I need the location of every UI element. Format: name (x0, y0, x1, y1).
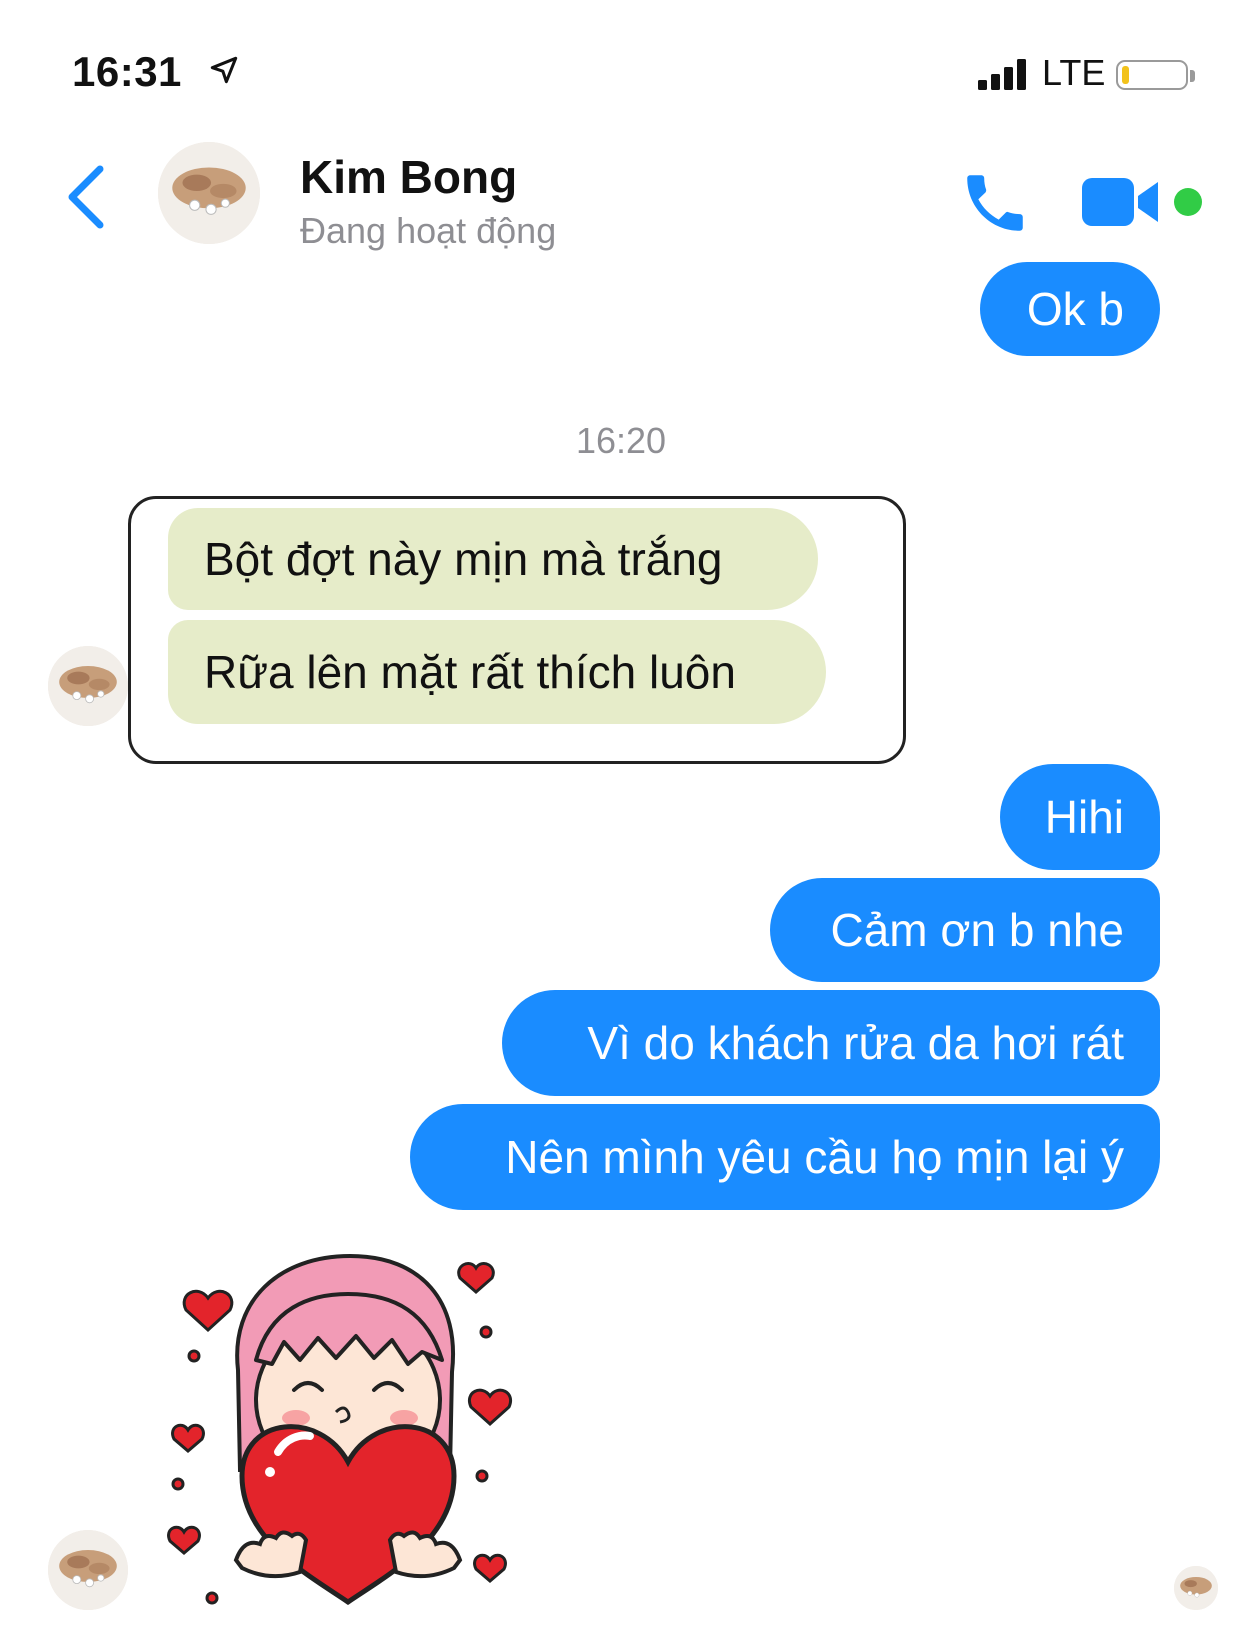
message-bubble[interactable]: Cảm ơn b nhe (770, 878, 1160, 982)
timestamp: 16:20 (575, 420, 667, 461)
video-camera-icon[interactable] (1082, 174, 1162, 230)
contact-name[interactable]: Kim Bong (300, 150, 517, 204)
conversation-header: Kim Bong Đang hoạt động (0, 130, 1242, 260)
avatar[interactable] (158, 142, 260, 244)
seen-receipt-avatar (1174, 1566, 1218, 1610)
battery-icon (1116, 60, 1188, 90)
message-text: Cảm ơn b nhe (830, 904, 1124, 956)
message-bubble[interactable]: Vì do khách rửa da hơi rát (502, 990, 1160, 1096)
contact-avatar[interactable] (48, 646, 128, 726)
location-arrow-icon (210, 56, 238, 84)
message-text: Bột đợt này mịn mà trắng (204, 533, 723, 585)
active-status-dot (1174, 188, 1202, 216)
network-label: LTE (1042, 52, 1106, 93)
contact-avatar[interactable] (48, 1530, 128, 1610)
message-bubble[interactable]: Hihi (1000, 764, 1160, 870)
cellular-signal-icon (978, 59, 1026, 90)
status-time: 16:31 (72, 48, 182, 95)
chevron-left-icon[interactable] (64, 165, 108, 229)
message-text: Hihi (1044, 791, 1124, 843)
message-bubble[interactable]: Bột đợt này mịn mà trắng (168, 508, 818, 610)
battery-cap (1190, 70, 1195, 82)
message-text: Rữa lên mặt rất thích luôn (204, 646, 736, 698)
contact-status: Đang hoạt động (300, 210, 557, 251)
status-bar: 16:31 LTE (0, 0, 1242, 130)
message-text: Nên mình yêu cầu họ mịn lại ý (505, 1131, 1124, 1183)
message-bubble[interactable]: Nên mình yêu cầu họ mịn lại ý (410, 1104, 1160, 1210)
message-bubble[interactable]: Ok b (980, 262, 1160, 356)
message-bubble[interactable]: Rữa lên mặt rất thích luôn (168, 620, 826, 724)
message-text: Ok b (1026, 283, 1124, 335)
girl-holding-heart-sticker[interactable] (160, 1240, 540, 1620)
message-text: Vì do khách rửa da hơi rát (587, 1017, 1124, 1069)
battery-level (1122, 66, 1129, 84)
phone-icon[interactable] (958, 166, 1032, 240)
